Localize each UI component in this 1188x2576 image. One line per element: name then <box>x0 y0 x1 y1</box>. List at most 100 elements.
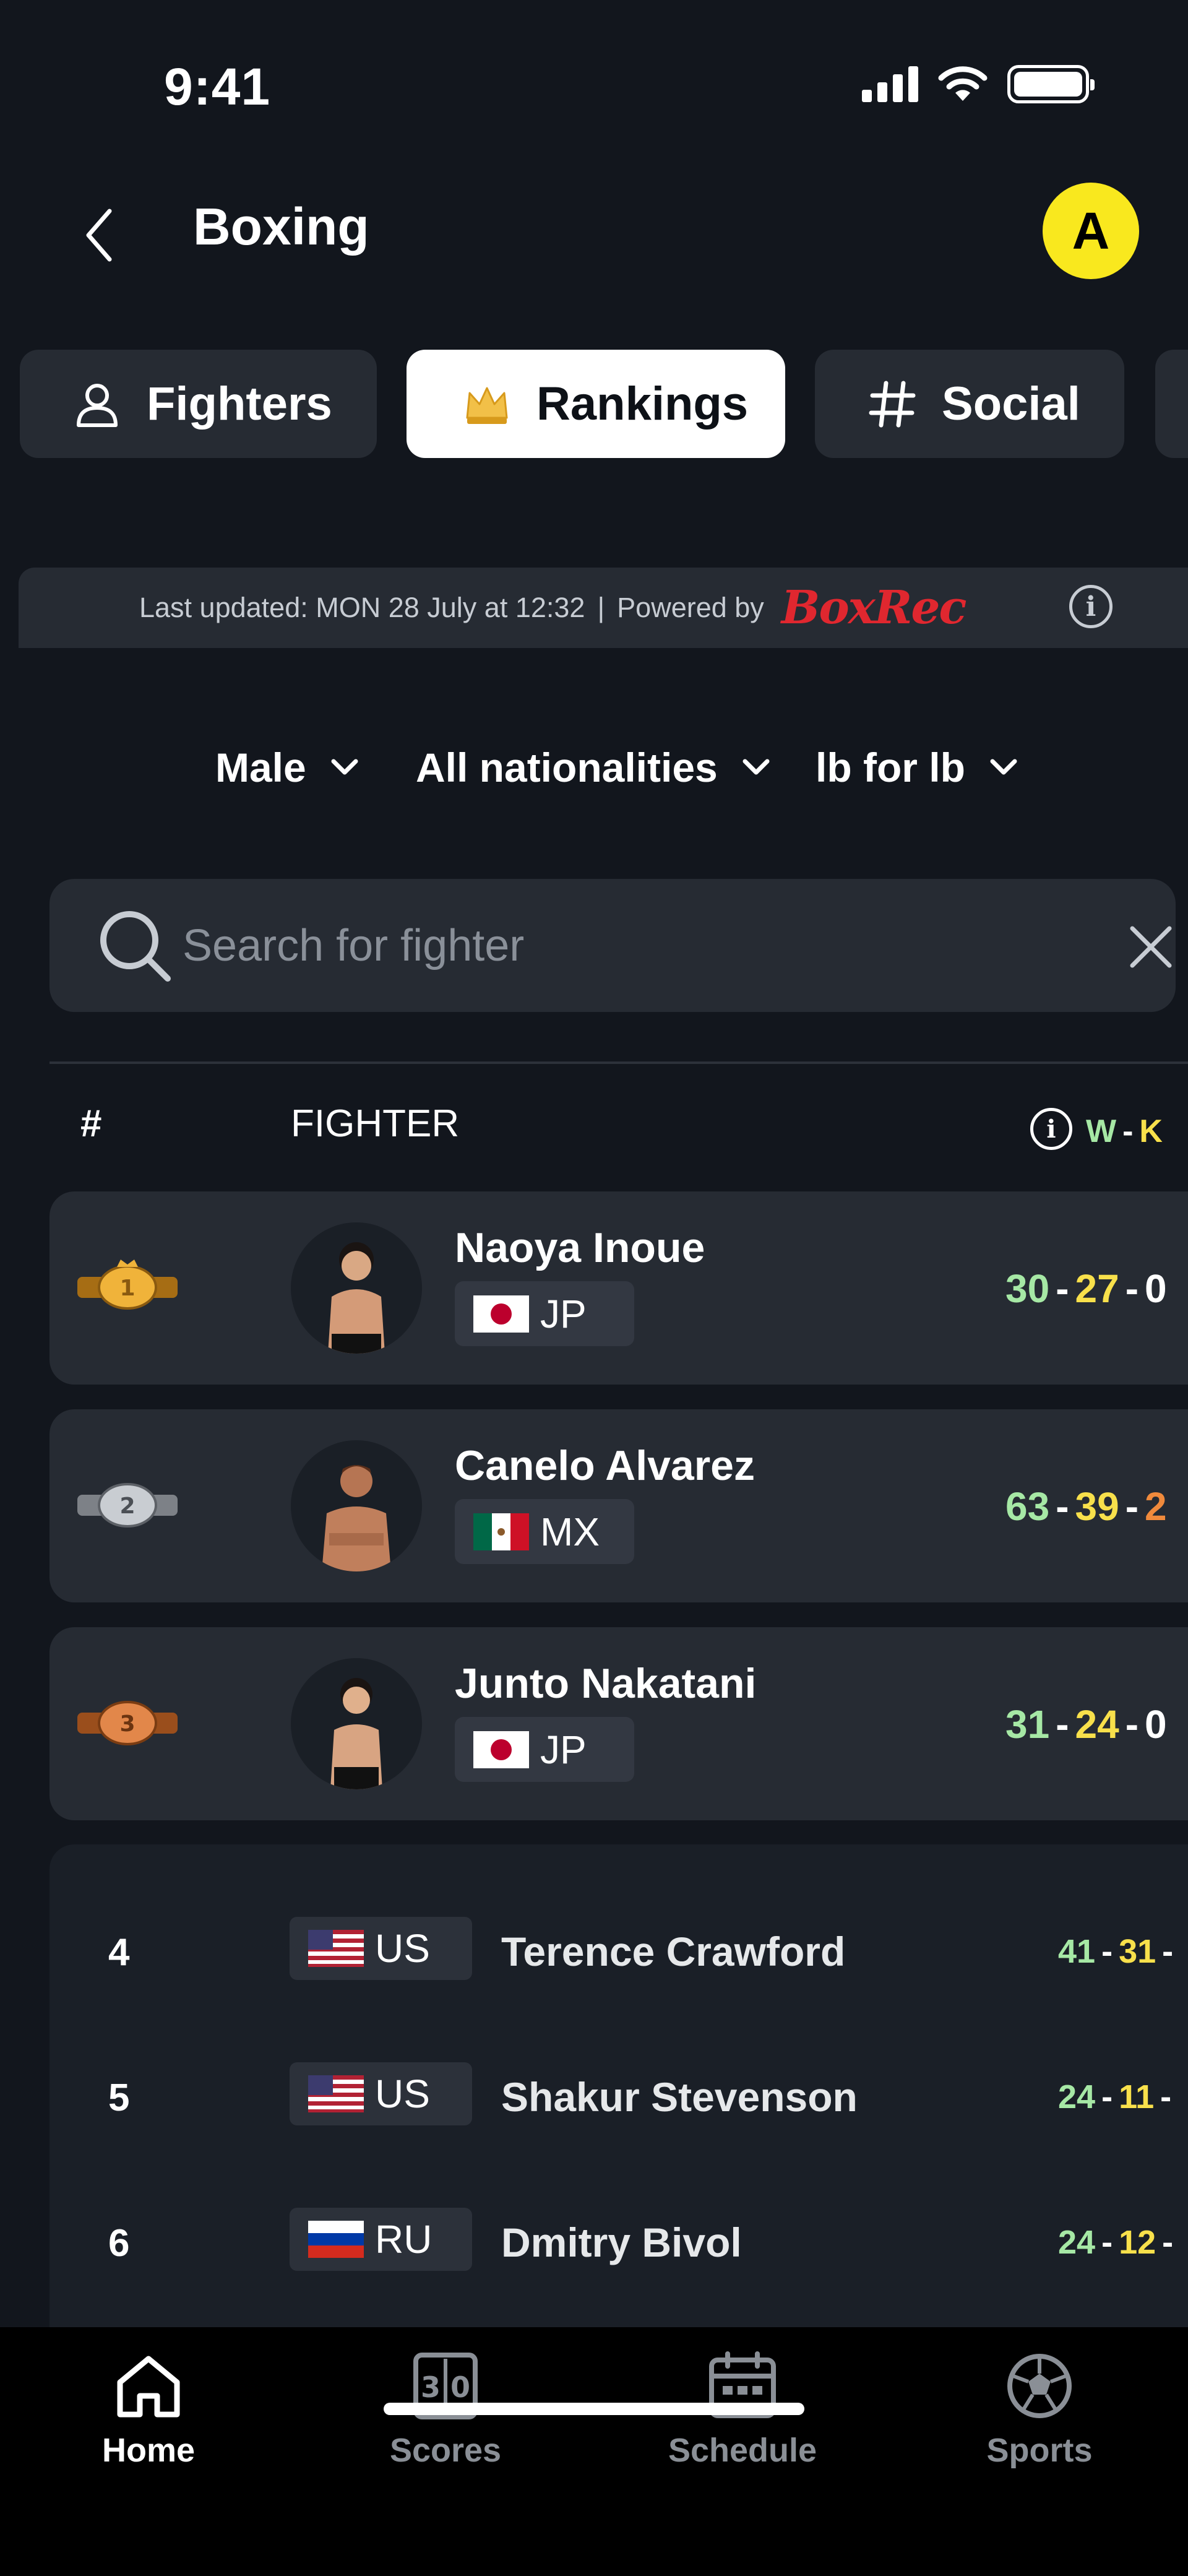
fighter-name: Canelo Alvarez <box>455 1442 755 1489</box>
country-code: US <box>375 2072 430 2116</box>
country-code: RU <box>375 2217 433 2262</box>
fighter-name: Dmitry Bivol <box>501 2219 742 2265</box>
country-code: MX <box>540 1509 600 1554</box>
search-icon <box>100 911 171 982</box>
filter-label: Male <box>215 745 306 790</box>
filter-label: lb for lb <box>816 745 965 790</box>
fighter-photo <box>291 1440 422 1571</box>
silver-belt-icon: 2 <box>77 1483 178 1528</box>
status-icons <box>862 65 1095 103</box>
table-header: # FIGHTER i W-K <box>0 1102 1188 1151</box>
country-badge: MX <box>455 1499 634 1564</box>
country-code: JP <box>540 1727 587 1772</box>
tab-label: Fighters <box>147 378 332 430</box>
svg-text:1: 1 <box>119 1276 135 1301</box>
status-bar: 9:41 <box>0 0 1188 173</box>
soccer-ball-icon <box>999 2346 1080 2426</box>
chevron-left-icon <box>86 209 112 262</box>
fighter-column-header: FIGHTER <box>291 1102 460 1145</box>
nav-home[interactable]: Home <box>0 2327 297 2476</box>
country-code: US <box>375 1926 430 1971</box>
flag-ru-icon <box>308 2221 364 2258</box>
rank-number: 4 <box>108 1931 130 1974</box>
last-updated-bar: Last updated: MON 28 July at 12:32 | Pow… <box>19 568 1188 648</box>
flag-mx-icon <box>473 1513 529 1550</box>
home-indicator[interactable] <box>384 2403 804 2415</box>
country-code: JP <box>540 1291 587 1336</box>
fighter-name: Junto Nakatani <box>455 1660 757 1707</box>
country-badge: JP <box>455 1281 634 1346</box>
fighter-record: 24-11- <box>1058 2078 1172 2116</box>
svg-text:2: 2 <box>119 1493 135 1519</box>
chevron-down-icon <box>742 759 770 775</box>
fighter-card[interactable]: 3 Junto Nakatani JP 31-24-0 <box>50 1627 1188 1820</box>
filter-label: All nationalities <box>416 745 718 790</box>
signal-icon <box>862 66 918 102</box>
flag-us-icon <box>308 1930 364 1967</box>
fighter-record: 63-39-2 <box>1005 1484 1167 1529</box>
country-badge: RU <box>290 2208 472 2271</box>
hashtag-icon <box>867 379 917 429</box>
list-item[interactable]: 4 US Terence Crawford 41-31- <box>50 1917 1188 1985</box>
svg-text:3: 3 <box>119 1711 135 1737</box>
bottom-nav: Home 3 0 Scores Schedule Sports <box>0 2327 1188 2576</box>
crown-icon <box>462 379 512 429</box>
flag-us-icon <box>308 2075 364 2112</box>
fighter-photo <box>291 1222 422 1354</box>
fighter-photo <box>291 1658 422 1789</box>
svg-text:3: 3 <box>421 2371 441 2404</box>
powered-by-text: Powered by <box>617 592 764 623</box>
back-button[interactable] <box>74 201 124 269</box>
search-bar <box>50 879 1176 1012</box>
nav-sports[interactable]: Sports <box>891 2327 1188 2476</box>
tab-rankings[interactable]: Rankings <box>407 350 785 458</box>
rank-column-header: # <box>80 1102 102 1145</box>
nav-scores[interactable]: 3 0 Scores <box>297 2327 594 2476</box>
bronze-belt-icon: 3 <box>77 1701 178 1745</box>
fighter-record: 30-27-0 <box>1005 1266 1167 1311</box>
wifi-icon <box>938 66 988 101</box>
tab-label: Social <box>942 378 1080 430</box>
page-title: Boxing <box>193 197 369 256</box>
nav-bar: Boxing A <box>0 173 1188 297</box>
fighter-name: Shakur Stevenson <box>501 2074 858 2120</box>
nav-label: Schedule <box>668 2432 817 2469</box>
rank-number: 6 <box>108 2222 130 2265</box>
nav-schedule[interactable]: Schedule <box>594 2327 891 2476</box>
rank-number: 5 <box>108 2077 130 2119</box>
info-icon[interactable]: i <box>1030 1108 1072 1150</box>
country-badge: JP <box>455 1717 634 1782</box>
tab-fighters[interactable]: Fighters <box>20 350 377 458</box>
nav-label: Sports <box>986 2432 1093 2469</box>
separator: | <box>597 592 605 623</box>
list-item[interactable]: 6 RU Dmitry Bivol 24-12- <box>50 2208 1188 2276</box>
record-column-header: W-K <box>1086 1113 1163 1149</box>
flag-jp-icon <box>473 1731 529 1768</box>
close-icon[interactable] <box>1126 922 1176 972</box>
home-icon <box>108 2346 189 2426</box>
flag-jp-icon <box>473 1295 529 1333</box>
chevron-down-icon <box>990 759 1017 775</box>
tab-bar: Fighters Rankings Social <box>0 350 1188 458</box>
nav-label: Scores <box>389 2432 502 2469</box>
chevron-down-icon <box>331 759 358 775</box>
tab-more[interactable] <box>1155 350 1188 458</box>
fighter-name: Terence Crawford <box>501 1929 846 1974</box>
nationality-filter[interactable]: All nationalities <box>416 737 770 798</box>
gender-filter[interactable]: Male <box>215 737 358 798</box>
fighter-record: 24-12- <box>1058 2224 1174 2261</box>
tab-social[interactable]: Social <box>815 350 1124 458</box>
fighter-card[interactable]: 1 Naoya Inoue JP 30-27-0 <box>50 1191 1188 1385</box>
tab-label: Rankings <box>536 378 749 430</box>
divider <box>50 1061 1188 1064</box>
battery-icon <box>1007 65 1095 103</box>
weight-filter[interactable]: lb for lb <box>816 737 1017 798</box>
search-input[interactable] <box>183 910 1049 981</box>
country-badge: US <box>290 2062 472 2125</box>
avatar[interactable]: A <box>1043 183 1139 279</box>
rankings-list: 4 US Terence Crawford 41-31- 5 US Shakur… <box>50 1844 1188 2327</box>
fighter-card[interactable]: 2 Canelo Alvarez MX 63-39-2 <box>50 1409 1188 1602</box>
list-item[interactable]: 5 US Shakur Stevenson 24-11- <box>50 2062 1188 2130</box>
boxrec-logo[interactable]: BoxRec <box>781 581 967 634</box>
info-icon[interactable]: i <box>1069 585 1113 628</box>
